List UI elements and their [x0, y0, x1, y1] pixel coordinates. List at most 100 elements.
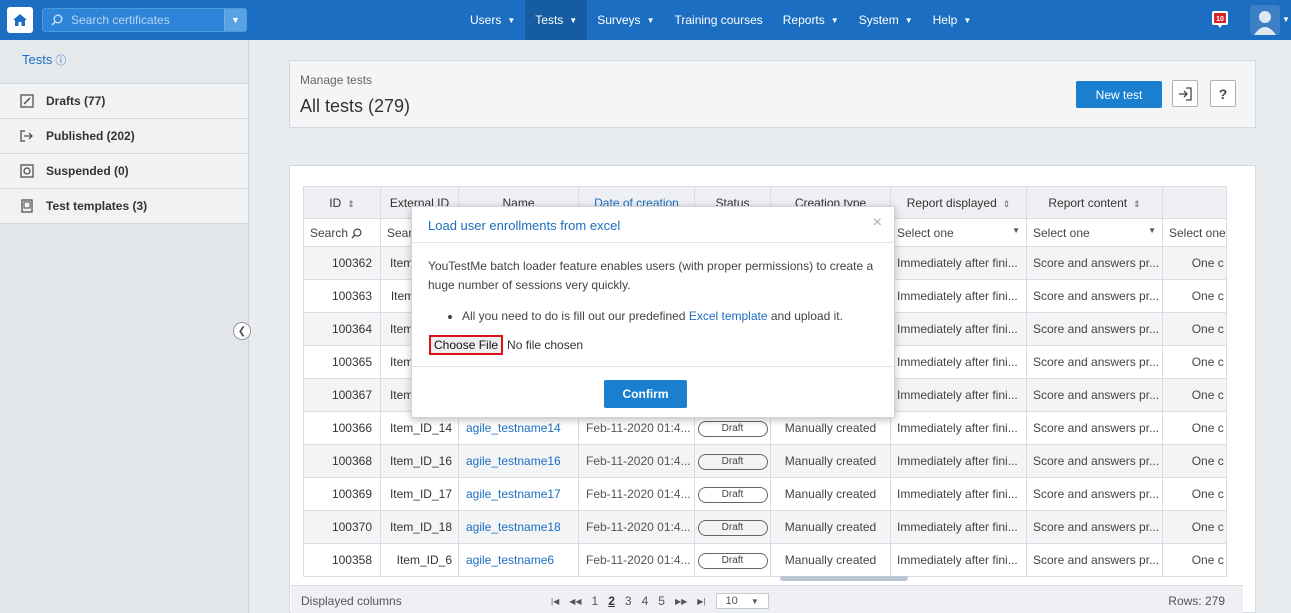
new-test-button[interactable]: New test: [1076, 81, 1162, 108]
sidebar: Tests ⓘ Drafts (77) Published (202) Suspe…: [0, 40, 249, 613]
column-label: Report displayed: [906, 195, 997, 210]
table-row[interactable]: 100370 Item_ID_18 agile_testname18 Feb-11-2…: [303, 510, 1227, 544]
page-1[interactable]: 1: [592, 594, 599, 608]
cell-id: 100363: [303, 279, 381, 313]
chevron-down-icon[interactable]: ▼: [1282, 15, 1290, 24]
column-header-extra[interactable]: [1162, 186, 1227, 219]
chevron-down-icon: ▼: [904, 15, 913, 25]
sidebar-item-drafts[interactable]: Drafts (77): [0, 84, 248, 119]
chevron-down-icon: ▼: [830, 15, 839, 25]
search-input[interactable]: [71, 13, 211, 27]
page-4[interactable]: 4: [642, 594, 649, 608]
confirm-button[interactable]: Confirm: [604, 380, 687, 408]
status-badge: Draft: [697, 453, 768, 470]
breadcrumb: Manage tests: [300, 73, 373, 87]
cell-report-displayed: Immediately after fini...: [890, 543, 1027, 577]
status-badge: Draft: [697, 486, 768, 503]
help-circle-icon[interactable]: ⓘ: [55, 55, 66, 67]
nav-label: Users: [470, 13, 502, 27]
import-button[interactable]: [1172, 80, 1198, 107]
cell-id: 100364: [303, 312, 381, 346]
help-button[interactable]: ?: [1210, 80, 1236, 107]
test-name-link[interactable]: agile_testname6: [458, 543, 579, 577]
nav-help[interactable]: Help ▼: [923, 0, 982, 40]
rows-per-page-select[interactable]: 10 ▼: [715, 593, 769, 609]
cell-extra: One c: [1162, 411, 1227, 445]
cell-report-displayed: Immediately after fini...: [890, 279, 1027, 313]
page-5[interactable]: 5: [658, 594, 665, 608]
cell-report-content: Score and answers pr...: [1026, 246, 1163, 280]
cell-extra: One c: [1162, 444, 1227, 478]
publish-icon: [20, 130, 33, 142]
table-row[interactable]: 100368 Item_ID_16 agile_testname16 Feb-11-2…: [303, 444, 1227, 478]
chevron-down-icon: ▼: [1012, 225, 1020, 235]
avatar[interactable]: [1250, 5, 1280, 35]
cell-report-content: Score and answers pr...: [1026, 543, 1163, 577]
cell-creation-type: Manually created: [770, 444, 891, 478]
nav-label: Help: [932, 13, 958, 27]
sidebar-item-label: Drafts (77): [46, 94, 106, 108]
column-header-id[interactable]: ID ⇕: [303, 186, 381, 219]
filter-report-content[interactable]: Select one ▼: [1026, 218, 1163, 247]
cell-report-content: Score and answers pr...: [1026, 411, 1163, 445]
test-name-link[interactable]: agile_testname17: [458, 477, 579, 511]
cell-date: Feb-11-2020 01:4...: [578, 510, 695, 544]
cell-report-content: Score and answers pr...: [1026, 345, 1163, 379]
top-navbar: ▼ Users ▼ Tests ▼ Surveys ▼ Training course…: [0, 0, 1291, 40]
dialog-header: Load user enrollments from excel ×: [412, 207, 894, 243]
next-page-icon[interactable]: ▶▶: [675, 597, 687, 606]
nav-users[interactable]: Users ▼: [460, 0, 525, 40]
cell-id: 100368: [303, 444, 381, 478]
table-row[interactable]: 100358 Item_ID_6 agile_testname6 Feb-11-202…: [303, 543, 1227, 577]
file-picker: Choose File No file chosen: [429, 335, 583, 355]
column-header-report-displayed[interactable]: Report displayed ⇕: [890, 186, 1027, 219]
close-icon[interactable]: ×: [873, 214, 882, 232]
nav-training-courses[interactable]: Training courses: [664, 0, 772, 40]
cell-report-content: Score and answers pr...: [1026, 378, 1163, 412]
page-3[interactable]: 3: [625, 594, 632, 608]
cell-external-id: Item_ID_18: [380, 510, 459, 544]
sidebar-item-suspended[interactable]: Suspended (0): [0, 154, 248, 189]
cell-date: Feb-11-2020 01:4...: [578, 543, 695, 577]
excel-template-link[interactable]: Excel template: [689, 309, 768, 323]
nav-system[interactable]: System ▼: [849, 0, 923, 40]
chevron-down-icon: ▼: [507, 15, 516, 25]
cell-report-displayed: Immediately after fini...: [890, 378, 1027, 412]
help-label: ?: [1218, 85, 1228, 102]
sidebar-item-test-templates[interactable]: Test templates (3): [0, 189, 248, 224]
cell-creation-type: Manually created: [770, 543, 891, 577]
test-name-link[interactable]: agile_testname16: [458, 444, 579, 478]
home-icon[interactable]: [7, 7, 33, 33]
cell-extra: One c: [1162, 477, 1227, 511]
test-name-link[interactable]: agile_testname18: [458, 510, 579, 544]
page-2[interactable]: 2: [608, 594, 615, 608]
horizontal-scrollbar[interactable]: [780, 576, 908, 581]
certificate-search[interactable]: ▼: [42, 8, 247, 32]
prev-page-icon[interactable]: ◀◀: [569, 597, 581, 606]
cell-report-displayed: Immediately after fini...: [890, 411, 1027, 445]
cell-id: 100366: [303, 411, 381, 445]
cell-creation-type: Manually created: [770, 477, 891, 511]
cell-extra: One c: [1162, 279, 1227, 313]
search-icon: [351, 228, 362, 239]
last-page-icon[interactable]: ▶|: [697, 597, 705, 606]
choose-file-button[interactable]: Choose File: [429, 335, 504, 355]
nav-label: System: [858, 13, 899, 27]
displayed-columns-link[interactable]: Displayed columns: [301, 594, 402, 608]
first-page-icon[interactable]: |◀: [551, 597, 559, 606]
column-header-report-content[interactable]: Report content ⇕: [1026, 186, 1163, 219]
notification-icon[interactable]: 10: [1210, 9, 1230, 29]
nav-label: Tests: [535, 13, 564, 27]
nav-reports[interactable]: Reports ▼: [773, 0, 849, 40]
filter-id[interactable]: Search: [303, 218, 381, 247]
nav-surveys[interactable]: Surveys ▼: [587, 0, 664, 40]
sidebar-title-label: Tests: [22, 52, 53, 67]
nav-tests[interactable]: Tests ▼: [525, 0, 588, 40]
filter-extra[interactable]: Select one: [1162, 218, 1227, 247]
filter-report-displayed[interactable]: Select one ▼: [890, 218, 1027, 247]
nav-label: Training courses: [674, 13, 763, 27]
search-dropdown-icon[interactable]: ▼: [224, 9, 246, 31]
collapse-sidebar-icon[interactable]: ❮: [233, 322, 251, 340]
table-row[interactable]: 100369 Item_ID_17 agile_testname17 Feb-11-2…: [303, 477, 1227, 511]
sidebar-item-published[interactable]: Published (202): [0, 119, 248, 154]
